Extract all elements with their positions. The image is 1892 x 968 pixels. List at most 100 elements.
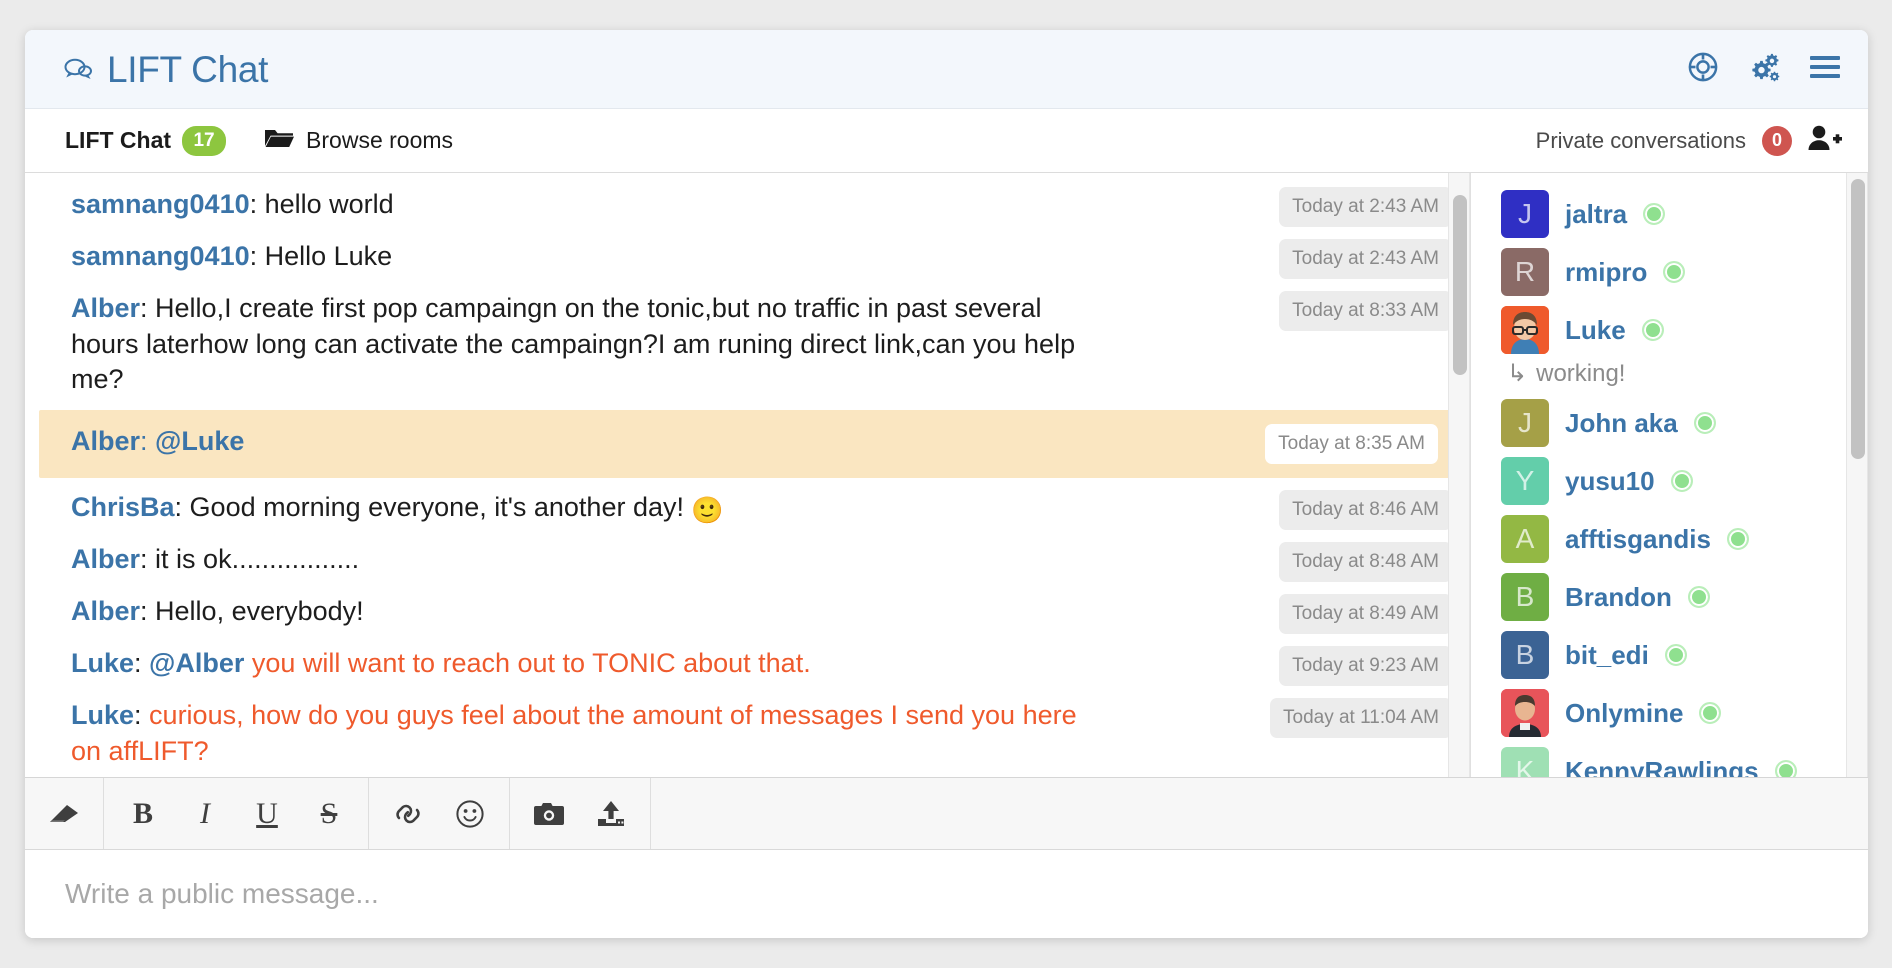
user-name[interactable]: afftisgandis — [1565, 524, 1711, 555]
users-scrollbar[interactable] — [1846, 173, 1868, 777]
message-row[interactable]: Luke: @Alber you will want to reach out … — [25, 640, 1470, 692]
toolbar-group-media — [510, 778, 651, 849]
user-name[interactable]: John aka — [1565, 408, 1678, 439]
online-status-dot-icon — [1699, 702, 1722, 724]
avatar[interactable]: Y — [1501, 457, 1549, 505]
add-user-icon[interactable] — [1808, 124, 1842, 157]
user-status-line: ↳ working! — [1471, 359, 1868, 394]
user-name[interactable]: KennyRawlings — [1565, 756, 1759, 778]
avatar-initial: Y — [1515, 465, 1535, 496]
avatar-initial: B — [1515, 639, 1535, 670]
message-author[interactable]: samnang0410 — [71, 189, 250, 219]
user-name[interactable]: jaltra — [1565, 199, 1627, 230]
message-text: Luke: curious, how do you guys feel abou… — [71, 698, 1111, 769]
user-name[interactable]: Luke — [1565, 315, 1626, 346]
avatar[interactable]: R — [1501, 248, 1549, 296]
avatar[interactable]: J — [1501, 190, 1549, 238]
user-name[interactable]: rmipro — [1565, 257, 1647, 288]
user-list-item[interactable]: Bbit_edi — [1471, 626, 1868, 684]
message-row[interactable]: Alber: @Luke Today at 8:35 AM — [39, 409, 1456, 478]
message-body: hello world — [264, 189, 394, 219]
message-row[interactable]: samnang0410: Hello Luke Today at 2:43 AM — [25, 233, 1470, 285]
user-list-item[interactable]: Jjaltra — [1471, 185, 1868, 243]
user-name[interactable]: yusu10 — [1565, 466, 1655, 497]
upload-icon[interactable] — [580, 778, 642, 849]
message-body: curious, how do you guys feel about the … — [71, 699, 1077, 766]
message-author[interactable]: samnang0410 — [71, 241, 250, 271]
current-room[interactable]: LIFT Chat 17 — [65, 125, 227, 156]
link-icon[interactable] — [377, 778, 439, 849]
message-author[interactable]: Luke — [71, 700, 134, 730]
users-pane: Jjaltra Rrmipro Luke ↳ working! J John aka Yyus… — [1470, 173, 1868, 777]
message-author[interactable]: Alber — [71, 544, 140, 574]
avatar[interactable]: A — [1501, 515, 1549, 563]
message-body: Hello,I create first pop campaingn on th… — [71, 293, 1076, 395]
avatar[interactable]: B — [1501, 573, 1549, 621]
message-mention[interactable]: @Alber — [149, 648, 244, 678]
avatar[interactable] — [1501, 689, 1549, 737]
message-row[interactable]: Alber: Hello,I create first pop campaing… — [25, 285, 1470, 404]
user-list-item[interactable]: Luke — [1471, 301, 1868, 359]
avatar[interactable] — [1501, 306, 1549, 354]
messages-scrollbar[interactable] — [1448, 173, 1470, 777]
private-conversations[interactable]: Private conversations 0 — [1536, 124, 1842, 157]
message-separator: : — [249, 241, 265, 271]
message-text: samnang0410: hello world — [71, 187, 394, 223]
message-separator: : — [134, 699, 150, 730]
message-author[interactable]: Alber — [71, 596, 140, 626]
user-list-item[interactable]: J John aka — [1471, 394, 1868, 452]
message-row[interactable]: Luke: curious, how do you guys feel abou… — [25, 692, 1470, 775]
message-timestamp: Today at 11:04 AM — [1270, 697, 1452, 738]
brand[interactable]: LIFT Chat — [63, 51, 268, 88]
avatar-initial: J — [1518, 407, 1532, 438]
message-composer[interactable]: Write a public message... — [25, 850, 1868, 938]
message-row[interactable]: ChrisBa: Good morning everyone, it's ano… — [25, 484, 1470, 536]
strikethrough-button[interactable]: S — [298, 778, 360, 849]
users-scrollbar-thumb[interactable] — [1851, 179, 1865, 459]
avatar-initial: J — [1518, 198, 1532, 229]
message-author[interactable]: Alber — [71, 293, 140, 323]
user-list-item[interactable]: K KennyRawlings — [1471, 742, 1868, 777]
message-mention[interactable]: @Luke — [155, 426, 244, 456]
message-row[interactable]: Alber: Hello, everybody! Today at 8:49 AM — [25, 588, 1470, 640]
bold-button[interactable]: B — [112, 778, 174, 849]
user-list-item[interactable]: Yyusu10 — [1471, 452, 1868, 510]
underline-button[interactable]: U — [236, 778, 298, 849]
avatar[interactable]: K — [1501, 747, 1549, 777]
message-input-placeholder[interactable]: Write a public message... — [65, 878, 379, 910]
user-list-item[interactable]: B Brandon — [1471, 568, 1868, 626]
user-name[interactable]: bit_edi — [1565, 640, 1649, 671]
message-timestamp: Today at 8:49 AM — [1279, 593, 1452, 634]
message-body: Hello, everybody! — [155, 595, 364, 626]
avatar[interactable]: J — [1501, 399, 1549, 447]
user-name[interactable]: Onlymine — [1565, 698, 1683, 729]
toolbar-group-format: B I U S — [104, 778, 369, 849]
settings-gears-icon[interactable] — [1748, 52, 1780, 87]
messages-scrollbar-thumb[interactable] — [1453, 195, 1467, 375]
header-actions — [1688, 52, 1840, 87]
avatar[interactable]: B — [1501, 631, 1549, 679]
browse-rooms-button[interactable]: Browse rooms — [264, 126, 453, 156]
message-author[interactable]: Alber — [71, 426, 140, 456]
message-text: Alber: Hello,I create first pop campaing… — [71, 291, 1111, 398]
help-lifebuoy-icon[interactable] — [1688, 52, 1718, 87]
message-author[interactable]: ChrisBa — [71, 492, 175, 522]
message-body: Good morning everyone, it's another day! — [189, 491, 684, 522]
eraser-icon[interactable] — [33, 778, 95, 849]
user-list-item[interactable]: Aafftisgandis — [1471, 510, 1868, 568]
menu-hamburger-icon[interactable] — [1810, 55, 1840, 84]
italic-button[interactable]: I — [174, 778, 236, 849]
message-author[interactable]: Luke — [71, 648, 134, 678]
smiley-icon[interactable] — [439, 778, 501, 849]
message-row[interactable]: Alber: it is ok................. Today at… — [25, 536, 1470, 588]
message-row[interactable]: samnang0410: hello world Today at 2:43 AM — [25, 181, 1470, 233]
online-status-dot-icon — [1664, 644, 1687, 666]
user-name[interactable]: Brandon — [1565, 582, 1672, 613]
user-status-text: working! — [1536, 359, 1626, 387]
user-list-item[interactable]: Rrmipro — [1471, 243, 1868, 301]
avatar-initial: K — [1515, 755, 1535, 777]
avatar-initial: B — [1515, 581, 1535, 612]
user-list-item[interactable]: Onlymine — [1471, 684, 1868, 742]
message-text: samnang0410: Hello Luke — [71, 239, 392, 275]
camera-icon[interactable] — [518, 778, 580, 849]
